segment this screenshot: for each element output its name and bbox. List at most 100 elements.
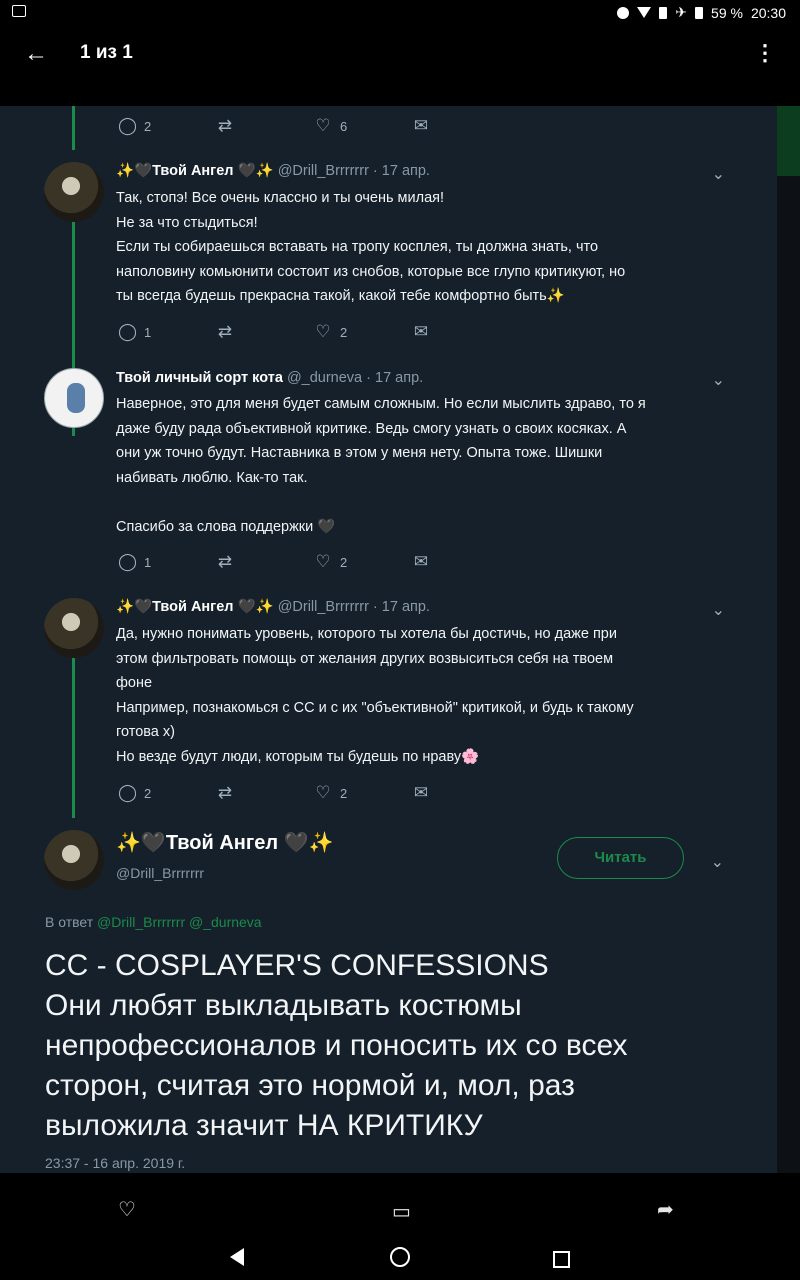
dnd-icon	[617, 6, 630, 19]
tweet-line: набивать люблю. Как-то так.	[116, 469, 308, 486]
status-icons: ✈ 59 % 20:30	[617, 4, 786, 21]
side-strip	[777, 176, 800, 1173]
sparkles-icon: ✨	[116, 163, 135, 179]
sparkles-icon: ✨	[255, 599, 274, 615]
handle-date: @Drill_Brrrrrrr · 17 апр.	[277, 599, 430, 615]
tweet-line: Да, нужно понимать уровень, которого ты …	[116, 626, 617, 642]
retweet-button[interactable]: ⇄	[216, 783, 314, 803]
chevron-down-icon[interactable]: ⌄	[712, 370, 725, 390]
black-heart-icon: 🖤	[134, 163, 153, 179]
black-heart-icon: 🖤	[140, 832, 166, 854]
main-display-name[interactable]: ✨🖤Твой Ангел 🖤✨	[116, 830, 333, 855]
display-name[interactable]: Твой личный сорт кота	[116, 370, 283, 386]
dm-button[interactable]: ✉	[412, 322, 510, 342]
reply-users-link[interactable]: @Drill_Brrrrrrr @_durneva	[97, 914, 262, 930]
tweet-line: наполовину комьюнити состоит из снобов, …	[116, 263, 626, 280]
main-handle[interactable]: @Drill_Brrrrrrr	[116, 865, 204, 881]
comment-icon[interactable]: ▭	[392, 1199, 411, 1224]
avatar[interactable]	[44, 162, 104, 222]
chevron-down-icon[interactable]: ⌄	[711, 852, 724, 872]
dm-button[interactable]: ✉	[412, 552, 510, 572]
no-sim-icon	[659, 6, 668, 19]
favorite-icon[interactable]: ♡	[118, 1197, 136, 1222]
battery-icon	[695, 6, 704, 19]
tweet-line	[116, 490, 736, 515]
main-name-text: Твой Ангел	[165, 832, 279, 854]
thread-line	[72, 106, 75, 150]
tweet-line: Наверное, это для меня будет самым сложн…	[116, 396, 646, 412]
main-tweet-line: непрофессионалов и поносить их со всех	[45, 1029, 628, 1062]
app-bar: ← 1 из 1 ⋮	[0, 26, 800, 106]
sparkles-icon: ✨	[255, 163, 274, 179]
chevron-down-icon[interactable]: ⌄	[712, 600, 725, 620]
like-button[interactable]: ♡ 2	[314, 783, 412, 803]
nav-recents-icon[interactable]	[553, 1248, 570, 1274]
tweet-line: готова х)	[116, 724, 175, 740]
black-heart-icon: 🖤	[134, 599, 153, 615]
sparkles-icon: ✨	[308, 832, 334, 854]
reply-icon: ◯	[118, 552, 138, 571]
tweet-line: ты всегда будешь прекрасна такой, какой …	[116, 288, 565, 304]
tweet-actions: ◯ 2 ⇄ ♡ 6 ✉	[118, 116, 510, 136]
main-avatar[interactable]	[44, 830, 104, 890]
main-tweet-text: CC - COSPLAYER'S CONFESSIONS Они любят в…	[45, 946, 755, 1146]
retweet-icon: ⇄	[217, 116, 233, 135]
retweet-button[interactable]: ⇄	[216, 322, 314, 342]
tweet-line: фоне	[116, 675, 153, 691]
avatar[interactable]	[44, 368, 104, 428]
tweet-line: этом фильтровать помощь от желания други…	[116, 650, 614, 667]
heart-icon: ♡	[315, 116, 331, 135]
like-button[interactable]: ♡ 6	[314, 116, 412, 136]
back-arrow-icon[interactable]: ←	[24, 40, 48, 68]
reply-button[interactable]: ◯ 1	[118, 552, 216, 572]
main-tweet-line: выложила значит НА КРИТИКУ	[45, 1109, 483, 1142]
sparkles-icon: ✨	[116, 599, 135, 615]
mail-icon: ✉	[413, 322, 429, 341]
follow-button[interactable]: Читать	[557, 837, 684, 879]
dm-button[interactable]: ✉	[412, 116, 510, 136]
like-button[interactable]: ♡ 2	[314, 552, 412, 572]
thread-line	[72, 658, 75, 818]
dm-button[interactable]: ✉	[412, 783, 510, 803]
airplane-icon: ✈	[675, 4, 688, 20]
mail-icon: ✉	[413, 552, 429, 571]
clock: 20:30	[750, 4, 786, 21]
wifi-icon	[637, 7, 652, 18]
chevron-down-icon[interactable]: ⌄	[712, 164, 725, 184]
more-options-icon[interactable]: ⋮	[754, 40, 776, 66]
display-name[interactable]: Твой Ангел	[152, 163, 233, 179]
retweet-button[interactable]: ⇄	[216, 552, 314, 572]
tweet-header: Твой личный сорт кота @_durneva · 17 апр…	[116, 370, 423, 386]
reply-button[interactable]: ◯ 2	[118, 116, 216, 136]
battery-percent: 59 %	[711, 4, 743, 21]
reply-button[interactable]: ◯ 2	[118, 783, 216, 803]
tweet-header: ✨🖤Твой Ангел 🖤✨ @Drill_Brrrrrrr · 17 апр…	[116, 598, 430, 615]
reply-icon: ◯	[118, 116, 138, 135]
main-tweet-line: сторон, считая это нормой и, мол, раз	[45, 1069, 575, 1102]
tweet-text: Да, нужно понимать уровень, которого ты …	[116, 622, 736, 769]
nav-home-icon[interactable]	[390, 1247, 410, 1273]
handle-date: @_durneva · 17 апр.	[286, 370, 424, 386]
display-name[interactable]: Твой Ангел	[152, 599, 233, 615]
sparkles-icon: ✨	[116, 832, 141, 854]
avatar[interactable]	[44, 598, 104, 658]
mail-icon: ✉	[413, 783, 429, 802]
black-heart-icon: 🖤	[283, 832, 309, 854]
page-title: 1 из 1	[80, 42, 133, 63]
like-button[interactable]: ♡ 2	[314, 322, 412, 342]
tweet-actions: ◯ 1 ⇄ ♡ 2 ✉	[118, 322, 510, 342]
reply-icon: ◯	[118, 322, 138, 341]
tweet-timestamp: 23:37 - 16 апр. 2019 г.	[45, 1155, 186, 1171]
tweet-line: они уж точно будут. Наставника в этом у …	[116, 445, 603, 461]
tweet-line: Но везде будут люди, которым ты будешь п…	[116, 748, 480, 765]
handle-date: @Drill_Brrrrrrr · 17 апр.	[277, 163, 430, 179]
tweet-actions: ◯ 1 ⇄ ♡ 2 ✉	[118, 552, 510, 572]
share-icon[interactable]: ➦	[657, 1197, 674, 1222]
retweet-button[interactable]: ⇄	[216, 116, 314, 136]
reply-button[interactable]: ◯ 1	[118, 322, 216, 342]
main-tweet-line: CC - COSPLAYER'S CONFESSIONS	[45, 949, 549, 982]
heart-icon: ♡	[315, 783, 331, 802]
side-strip	[777, 106, 800, 176]
retweet-icon: ⇄	[217, 322, 233, 341]
nav-back-icon[interactable]	[230, 1246, 244, 1272]
